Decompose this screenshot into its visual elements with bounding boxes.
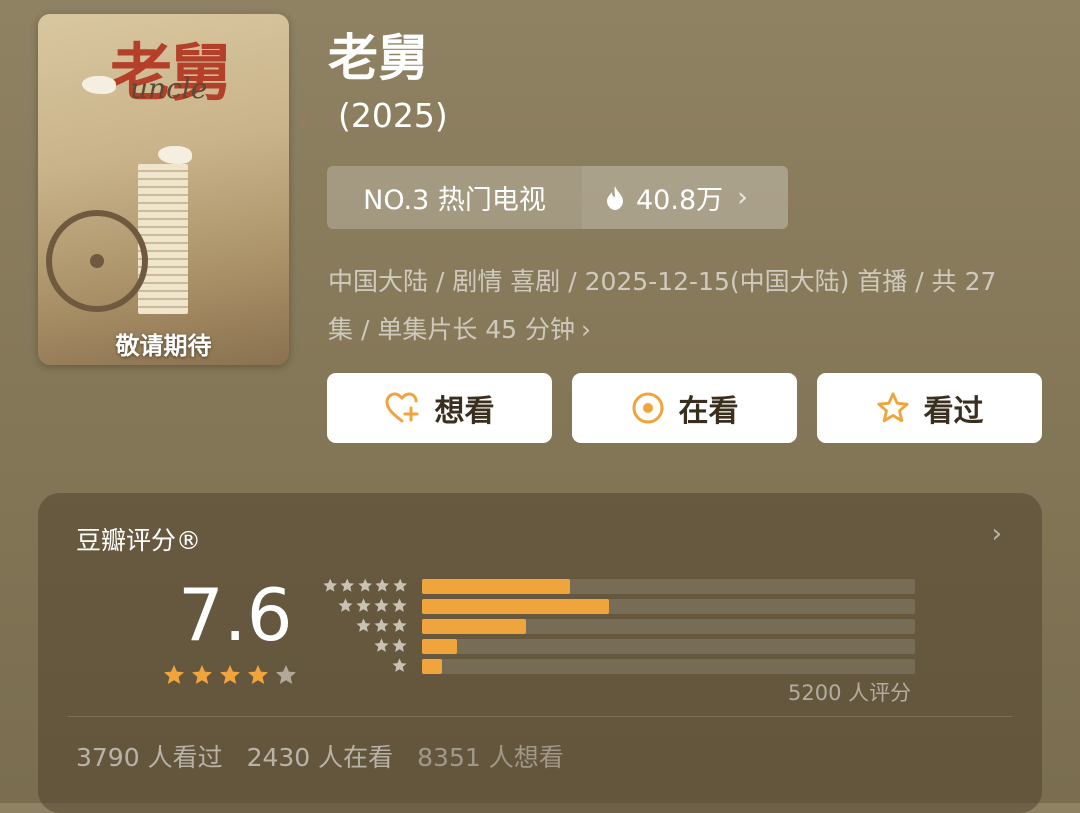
- stat-watching: 2430 人在看: [246, 743, 394, 772]
- dove-icon: [82, 76, 116, 94]
- show-meta[interactable]: 中国大陆 / 剧情 喜剧 / 2025-12-15(中国大陆) 首播 / 共 2…: [328, 258, 1048, 354]
- rating-bar-fill: [422, 579, 570, 594]
- star-icon: [375, 578, 390, 592]
- star-icon: [374, 618, 389, 632]
- rank-badge[interactable]: NO.3 热门电视 40.8万 ›: [327, 166, 788, 229]
- rating-score: 7.6: [178, 573, 293, 657]
- bar-stars: [322, 657, 408, 674]
- heart-plus-icon: [384, 392, 418, 423]
- star-icon: [392, 658, 407, 672]
- rating-bar-fill: [422, 599, 610, 614]
- stat-want: 8351 人想看: [417, 743, 564, 772]
- stat-watched: 3790 人看过: [76, 743, 223, 772]
- star-icon: [164, 665, 184, 684]
- show-title: 老舅: [328, 29, 428, 87]
- rating-header: 豆瓣评分®: [76, 526, 202, 555]
- divider: [68, 716, 1012, 717]
- star-icon: [338, 598, 353, 612]
- poster-subtitle: uncle: [130, 72, 208, 105]
- rating-bar-track: [422, 659, 915, 674]
- rating-card[interactable]: 豆瓣评分® › 7.6 5200 人评分 3790 人看过 2430 人在看 8…: [38, 493, 1042, 813]
- star-icon: [374, 598, 389, 612]
- meta-line-2: 集 / 单集片长 45 分钟: [328, 315, 576, 344]
- rating-count: 5200 人评分: [788, 681, 912, 705]
- rating-bar-track: [422, 619, 915, 634]
- want-label: 想看: [434, 394, 495, 429]
- star-icon: [356, 618, 371, 632]
- star-icon: [358, 578, 372, 592]
- rank-label: NO.3 热门电视: [327, 166, 582, 229]
- star-outline-icon: [876, 392, 909, 423]
- show-year: (2025): [338, 96, 448, 135]
- flame-icon: [607, 185, 623, 210]
- star-icon: [340, 578, 355, 592]
- watched-label: 看过: [923, 394, 984, 429]
- star-icon: [323, 578, 338, 592]
- star-icon: [392, 578, 407, 592]
- rating-bar-fill: [422, 659, 442, 674]
- bar-stars: [322, 577, 408, 594]
- star-icon: [248, 665, 268, 684]
- chevron-right-icon: ›: [581, 315, 592, 344]
- star-icon: [392, 598, 407, 612]
- rating-bar-track: [422, 639, 915, 654]
- poster-image[interactable]: 老舅 uncle 敬请期待: [38, 14, 289, 365]
- bar-stars: [322, 637, 408, 654]
- chevron-right-icon: ›: [737, 182, 748, 213]
- meta-line-2-wrap: 集 / 单集片长 45 分钟 ›: [328, 306, 1048, 354]
- rating-stars: [162, 663, 298, 687]
- watching-button[interactable]: 在看: [572, 373, 797, 443]
- chevron-right-icon[interactable]: ›: [992, 519, 1002, 549]
- star-icon: [220, 665, 240, 684]
- star-icon: [192, 665, 212, 684]
- heat-value: 40.8万: [636, 185, 724, 216]
- bar-stars: [322, 617, 408, 634]
- poster-tagline: 敬请期待: [115, 332, 212, 360]
- star-icon: [392, 618, 407, 632]
- heat-indicator[interactable]: 40.8万 ›: [582, 166, 788, 229]
- target-circle-icon: [632, 392, 663, 424]
- meta-line-1: 中国大陆 / 剧情 喜剧 / 2025-12-15(中国大陆) 首播 / 共 2…: [328, 267, 997, 296]
- watched-button[interactable]: 看过: [817, 373, 1042, 443]
- star-icon: [356, 598, 371, 612]
- bar-stars: [322, 597, 408, 614]
- rating-bar-track: [422, 579, 915, 594]
- rating-bar-track: [422, 599, 915, 614]
- rating-bar-fill: [422, 619, 526, 634]
- star-icon: [392, 638, 407, 652]
- want-button[interactable]: 想看: [327, 373, 552, 443]
- star-icon: [276, 665, 296, 684]
- dove-icon: [158, 146, 192, 164]
- book-stack-graphic: [138, 164, 188, 314]
- stats-row: 3790 人看过 2430 人在看 8351 人想看: [76, 738, 564, 774]
- star-icon: [374, 638, 389, 652]
- rating-bar-fill: [422, 639, 457, 654]
- watching-label: 在看: [678, 394, 739, 429]
- wheel-graphic: [46, 210, 148, 312]
